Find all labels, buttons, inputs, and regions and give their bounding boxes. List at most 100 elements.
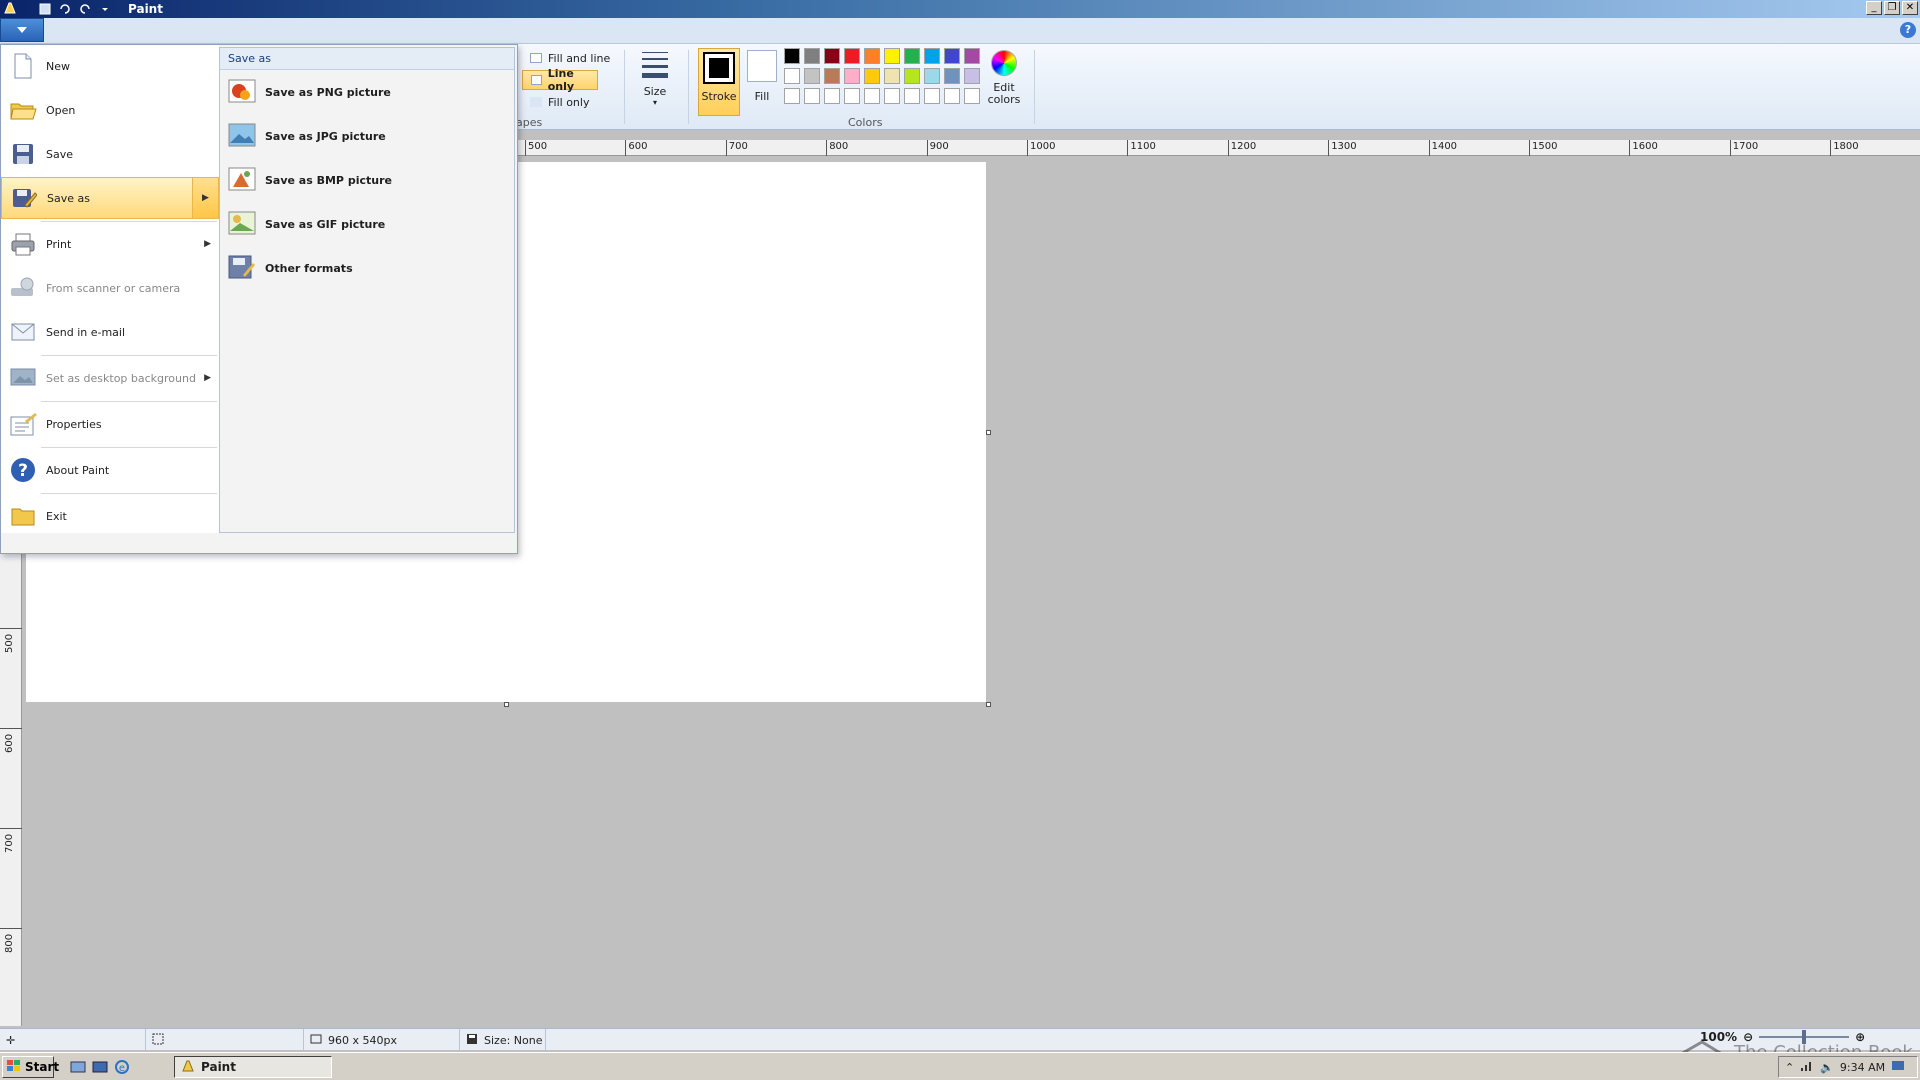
taskbar: Start e Paint ⌃ 🔈 9:34 AM [0,1052,1920,1080]
menu-item-new[interactable]: New [1,45,219,87]
undo-icon[interactable] [58,2,72,16]
bmp-picture-icon [227,165,257,195]
ruler-tick-label: 800 [0,928,22,953]
color-swatch[interactable] [964,48,980,64]
color-swatch[interactable] [864,48,880,64]
resize-handle-corner[interactable] [986,702,991,707]
resize-handle-right[interactable] [986,430,991,435]
show-desktop-icon[interactable] [70,1059,86,1075]
color-swatch[interactable] [844,68,860,84]
status-bar: ✛ 960 x 540px Size: None [0,1028,1920,1051]
fill-and-line-option[interactable]: Fill and line [522,48,622,68]
explorer-icon[interactable] [92,1059,108,1075]
color-swatch[interactable] [844,48,860,64]
ribbon-tab-bar: ? [0,18,1920,44]
restore-button[interactable]: ❐ [1884,1,1900,15]
network-icon[interactable] [1800,1060,1814,1075]
menu-item-exit[interactable]: Exit [1,495,219,537]
application-menu-button[interactable] [0,18,44,42]
tray-arrow-icon[interactable]: ⌃ [1785,1061,1794,1074]
other-formats-icon [227,253,257,283]
color-swatch[interactable] [784,88,800,104]
save-as-gif-item[interactable]: Save as GIF picture [220,202,514,246]
color-swatch[interactable] [804,48,820,64]
menu-item-save-as[interactable]: Save as ▶ [1,177,219,219]
save-as-jpg-item[interactable]: Save as JPG picture [220,114,514,158]
color-swatch[interactable] [864,68,880,84]
fill-and-line-icon [530,53,542,63]
color-swatch[interactable] [964,88,980,104]
menu-item-print[interactable]: Print ▶ [1,223,219,265]
color-swatch[interactable] [884,48,900,64]
color-swatch[interactable] [804,68,820,84]
chevron-down-icon: ▾ [652,98,657,107]
resize-handle-bottom[interactable] [504,702,509,707]
color-swatch[interactable] [824,68,840,84]
internet-explorer-icon[interactable]: e [114,1059,130,1075]
color-swatch[interactable] [904,88,920,104]
menu-item-properties[interactable]: Properties [1,403,219,445]
clock[interactable]: 9:34 AM [1840,1061,1885,1074]
color-swatch[interactable] [864,88,880,104]
minimize-button[interactable]: _ [1866,1,1882,15]
color-swatch[interactable] [924,68,940,84]
color-swatch[interactable] [924,48,940,64]
stroke-color-button[interactable]: Stroke [698,48,740,116]
save-quick-icon[interactable] [38,2,52,16]
volume-icon[interactable]: 🔈 [1820,1061,1834,1074]
redo-icon[interactable] [78,2,92,16]
ruler-tick-label: 1100 [1127,140,1156,156]
other-formats-item[interactable]: Other formats [220,246,514,290]
color-swatch[interactable] [824,88,840,104]
menu-item-about-paint[interactable]: ? About Paint [1,449,219,491]
menu-item-set-as-desktop-background[interactable]: Set as desktop background ▶ [1,357,219,399]
save-as-bmp-item[interactable]: Save as BMP picture [220,158,514,202]
color-swatch[interactable] [884,68,900,84]
color-swatch[interactable] [944,88,960,104]
color-swatch[interactable] [844,88,860,104]
ruler-tick-label: 1500 [1529,140,1557,156]
taskbar-paint-button[interactable]: Paint [174,1056,332,1078]
start-button[interactable]: Start [2,1056,59,1078]
line-only-icon [531,75,542,85]
ruler-tick-label: 500 [525,140,547,156]
color-swatch[interactable] [904,48,920,64]
color-swatch[interactable] [824,48,840,64]
save-as-icon [9,183,39,213]
paint-app-icon[interactable] [3,1,17,15]
color-swatch[interactable] [944,68,960,84]
color-swatch[interactable] [784,48,800,64]
fill-color-button[interactable]: Fill [744,48,780,116]
color-swatch[interactable] [964,68,980,84]
close-button[interactable]: ✕ [1902,1,1918,15]
selection-icon [152,1033,164,1048]
color-swatch[interactable] [924,88,940,104]
canvas-size-icon [310,1033,322,1048]
menu-item-open[interactable]: Open [1,89,219,131]
crosshair-icon: ✛ [6,1033,16,1047]
desktop-background-icon [8,363,38,393]
edit-colors-button[interactable]: Edit colors [986,50,1022,106]
size-button[interactable]: Size ▾ [630,50,680,114]
system-tray: ⌃ 🔈 9:34 AM [1778,1056,1918,1078]
submenu-arrow-icon[interactable]: ▶ [192,178,218,218]
color-swatch[interactable] [944,48,960,64]
customize-qat-icon[interactable] [98,2,112,16]
help-icon[interactable]: ? [1900,22,1916,38]
fill-only-option[interactable]: Fill only [522,92,622,112]
line-size-icon [642,52,668,83]
menu-item-save[interactable]: Save [1,133,219,175]
ribbon-divider [1034,50,1035,124]
notification-icon[interactable] [1891,1060,1905,1075]
save-as-png-item[interactable]: Save as PNG picture [220,70,514,114]
color-swatch[interactable] [884,88,900,104]
color-swatch[interactable] [804,88,820,104]
canvas-size-cell: 960 x 540px [304,1029,460,1051]
exit-folder-icon [8,501,38,531]
menu-item-from-scanner-or-camera[interactable]: From scanner or camera [1,267,219,309]
color-swatch[interactable] [784,68,800,84]
menu-item-send-in-email[interactable]: Send in e-mail [1,311,219,353]
line-only-option[interactable]: Line only [522,67,598,93]
ruler-tick-label: 900 [926,140,949,156]
color-swatch[interactable] [904,68,920,84]
